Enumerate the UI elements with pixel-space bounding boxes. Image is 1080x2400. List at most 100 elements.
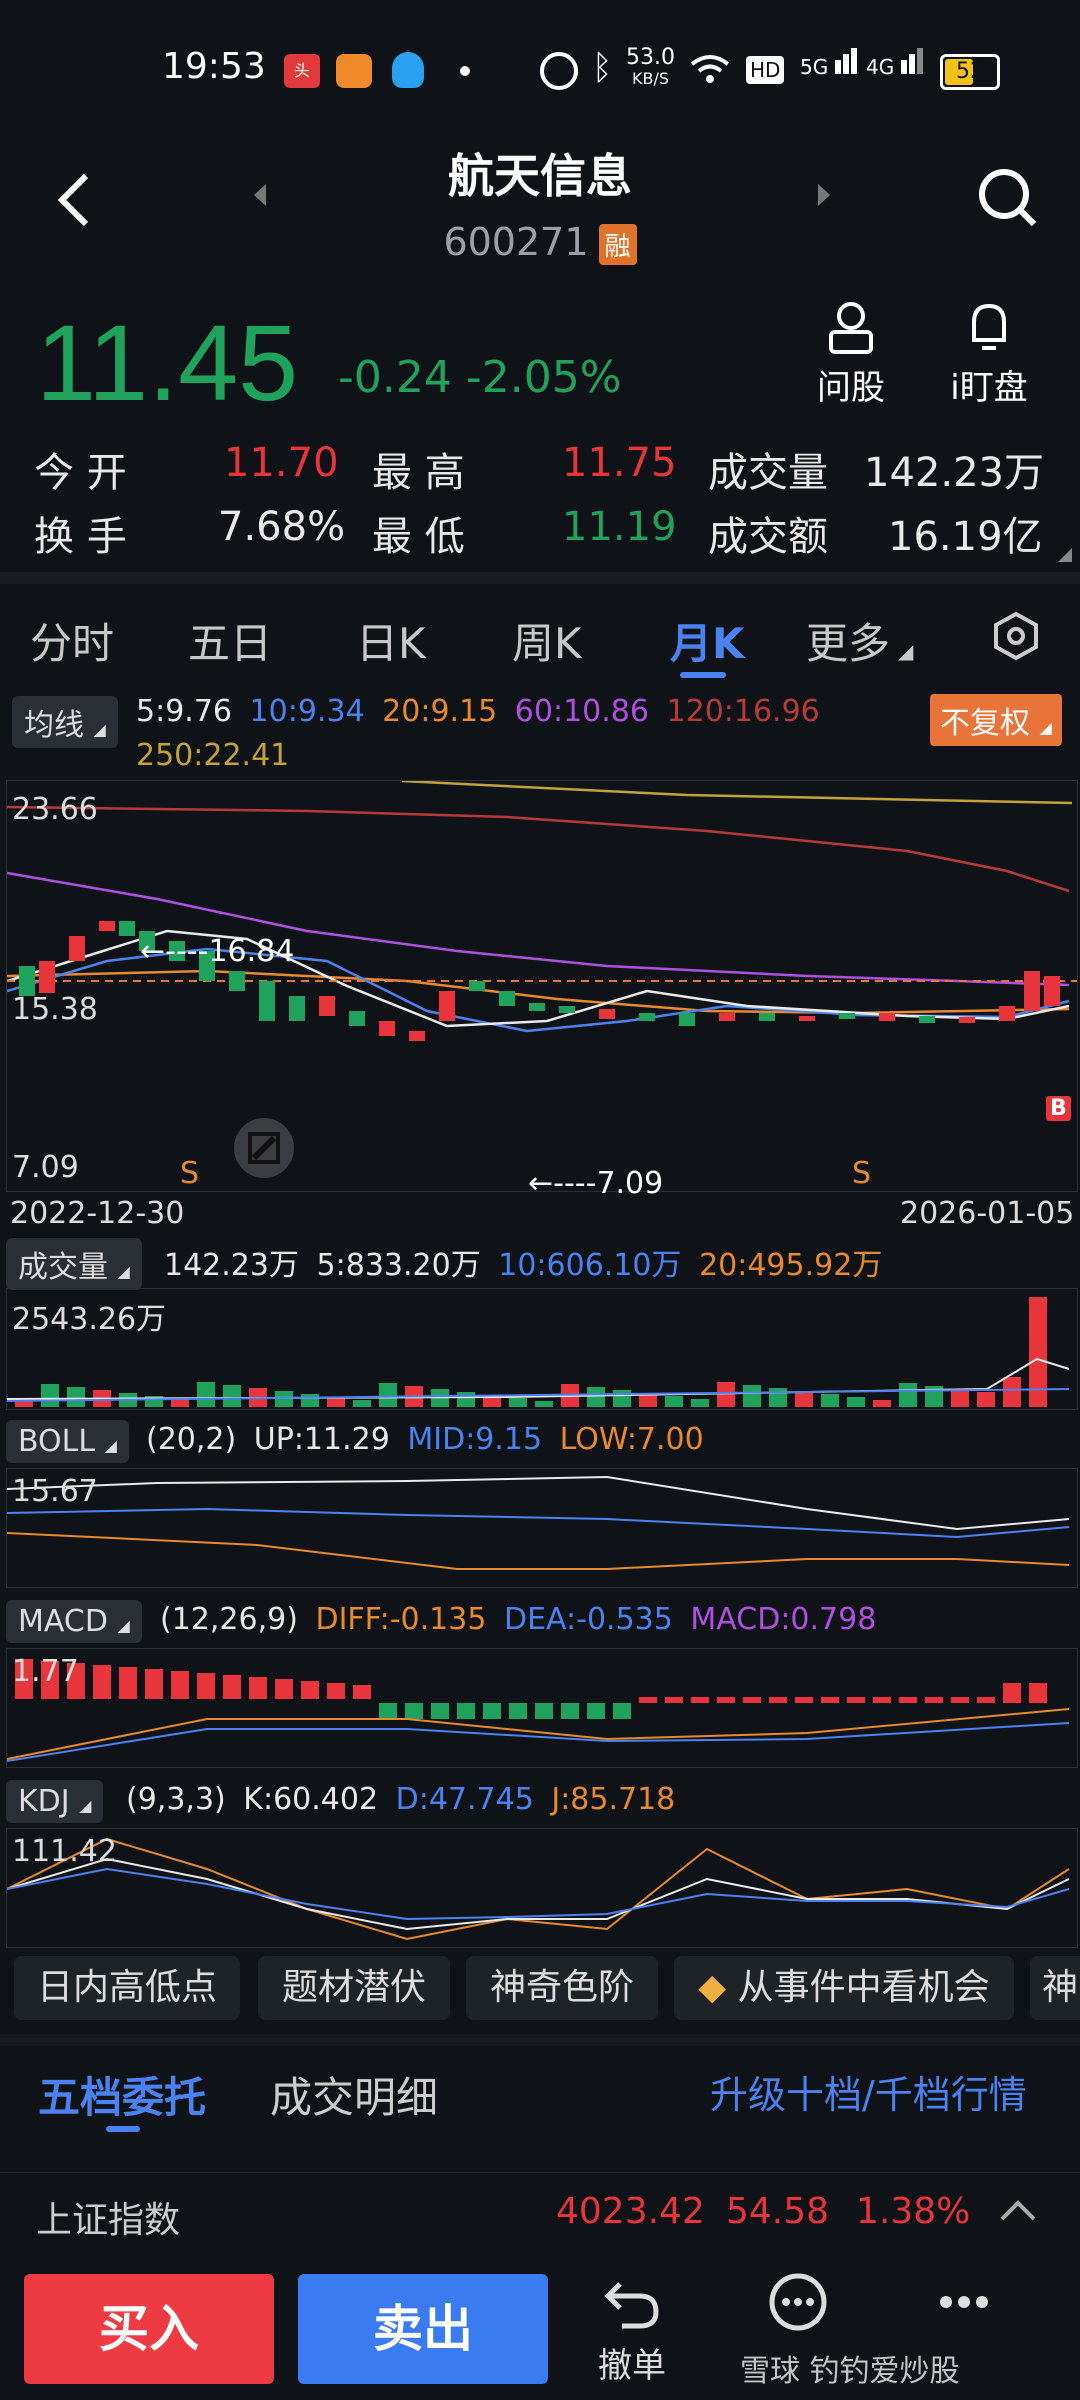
index-name: 上证指数 — [36, 2200, 181, 2241]
macd-chart[interactable] — [6, 1648, 1078, 1768]
tab-intraday[interactable]: 分时 — [30, 610, 114, 671]
candle — [719, 1013, 735, 1021]
sell-button[interactable]: 卖出 — [298, 2274, 548, 2384]
candle — [409, 1031, 425, 1041]
tab-more[interactable]: 更多 ◢ — [806, 610, 913, 671]
qq-icon — [392, 52, 424, 88]
turnover-value: 7.68% — [218, 504, 346, 550]
macd-selector[interactable]: MACD ◢ — [6, 1600, 142, 1643]
settings-hex-icon[interactable] — [990, 610, 1042, 662]
volume-bar — [691, 1399, 709, 1407]
feature-intraday-hilo[interactable]: 日内高低点 — [14, 1956, 240, 2020]
macd-bar — [977, 1697, 995, 1703]
kdj-chart[interactable] — [6, 1828, 1078, 1948]
macd-bar — [665, 1697, 683, 1703]
high-value: 11.75 — [562, 440, 677, 486]
index-row[interactable]: 上证指数 4023.42 54.58 1.38% — [0, 2172, 1080, 2253]
margin-badge: 融 — [598, 224, 637, 265]
tab-monthly-k[interactable]: 月K — [670, 610, 745, 671]
watch-button[interactable]: i盯盘 — [934, 300, 1044, 409]
search-icon[interactable] — [976, 166, 1040, 230]
volume-bar — [1003, 1377, 1021, 1407]
macd-bar — [613, 1703, 631, 1719]
candle — [319, 996, 335, 1016]
kline-mid-label: 15.38 — [12, 992, 98, 1027]
volume-svg — [6, 1297, 1070, 1407]
volume-bar — [795, 1391, 813, 1407]
candle — [799, 1016, 815, 1021]
ma-legend-1: 5:9.76 10:9.34 20:9.15 60:10.86 120:16.9… — [136, 694, 820, 729]
macd-bar — [873, 1697, 891, 1703]
low-marker: ←----7.09 — [528, 1166, 664, 1201]
feature-theme[interactable]: 题材潜伏 — [258, 1956, 450, 2020]
kline-chart[interactable] — [6, 779, 1078, 1192]
draw-tool-icon[interactable] — [234, 1118, 294, 1178]
volume-bar — [977, 1392, 995, 1407]
kdj-k-line — [6, 1857, 1070, 1931]
stock-code-line: 600271 融 — [0, 220, 1080, 265]
macd-bar — [275, 1679, 293, 1699]
vol-value: 142.23万 — [864, 450, 1044, 496]
tab-five-day[interactable]: 五日 — [188, 610, 272, 671]
macd-bar — [925, 1697, 943, 1703]
macd-bar — [587, 1703, 605, 1719]
bluetooth-icon: ᛒ — [592, 48, 613, 88]
candle — [599, 1009, 615, 1019]
tab-trade-details[interactable]: 成交明细 — [270, 2064, 438, 2125]
adjust-button[interactable]: 不复权 ◢ — [930, 694, 1062, 746]
volume-bar — [665, 1396, 683, 1407]
volume-bar — [613, 1390, 631, 1407]
boll-chart[interactable] — [6, 1468, 1078, 1588]
tab-order-book[interactable]: 五档委托 — [38, 2064, 206, 2125]
kline-top-label: 23.66 — [12, 792, 98, 827]
buy-button[interactable]: 买入 — [24, 2274, 274, 2384]
candle — [559, 1006, 575, 1013]
buy-mark-badge: B — [1046, 1096, 1071, 1121]
ma-selector[interactable]: 均线 ◢ — [12, 696, 118, 748]
status-bar: 19:53 头 ᛒ 53.0 KB/S HD 5G 4G 52 — [0, 0, 1080, 140]
tab-indicator — [680, 672, 726, 678]
volume-selector[interactable]: 成交量 ◢ — [6, 1238, 142, 1290]
chat-more-button[interactable] — [738, 2270, 858, 2338]
candle — [499, 991, 515, 1006]
stats-row-2: 换 手 7.68% 最 低 11.19 成交额 16.19亿 — [0, 504, 1080, 560]
cancel-order-button[interactable]: 撤单 — [572, 2270, 692, 2387]
bell-icon — [972, 303, 1006, 350]
expand-corner-icon[interactable] — [1058, 548, 1072, 562]
volume-bar — [509, 1398, 527, 1407]
macd-bar — [691, 1697, 709, 1703]
macd-bar — [717, 1697, 735, 1703]
ask-stock-button[interactable]: 问股 — [796, 300, 906, 409]
feature-color-scale[interactable]: 神奇色阶 — [466, 1956, 658, 2020]
boll-selector[interactable]: BOLL ◢ — [6, 1420, 129, 1463]
index-value: 4023.42 — [556, 2191, 705, 2232]
tab-weekly-k[interactable]: 周K — [512, 610, 582, 671]
macd-bar — [405, 1703, 423, 1719]
volume-bar — [379, 1383, 397, 1407]
macd-bar — [119, 1667, 137, 1699]
volume-chart[interactable] — [6, 1288, 1078, 1410]
volume-bar — [15, 1401, 33, 1407]
kdj-selector[interactable]: KDJ ◢ — [6, 1780, 104, 1823]
feature-event-opportunity[interactable]: ◆ 从事件中看机会 — [674, 1956, 1014, 2020]
collapse-up-icon[interactable] — [998, 2195, 1038, 2225]
panel-divider — [0, 2034, 1080, 2046]
boll-top-label: 15.67 — [12, 1474, 98, 1509]
volume-bar — [301, 1394, 319, 1407]
volume-bar — [275, 1391, 293, 1407]
macd-bar — [223, 1675, 241, 1699]
signal-4g: 4G — [866, 48, 923, 79]
more-menu-button[interactable] — [904, 2270, 1024, 2338]
kdj-j-line — [6, 1837, 1070, 1941]
upgrade-link[interactable]: 升级十档/千档行情 — [710, 2064, 1027, 2119]
tab-daily-k[interactable]: 日K — [356, 610, 426, 671]
macd-dea-line — [6, 1722, 1070, 1762]
candle — [959, 1017, 975, 1023]
open-value: 11.70 — [224, 440, 339, 486]
diamond-icon: ◆ — [698, 1967, 727, 2008]
feature-more-chip[interactable]: 神 — [1030, 1956, 1080, 2020]
candle — [289, 996, 305, 1021]
macd-bar — [353, 1685, 371, 1699]
kline-bottom-label: 7.09 — [12, 1150, 79, 1185]
macd-bar — [93, 1665, 111, 1699]
